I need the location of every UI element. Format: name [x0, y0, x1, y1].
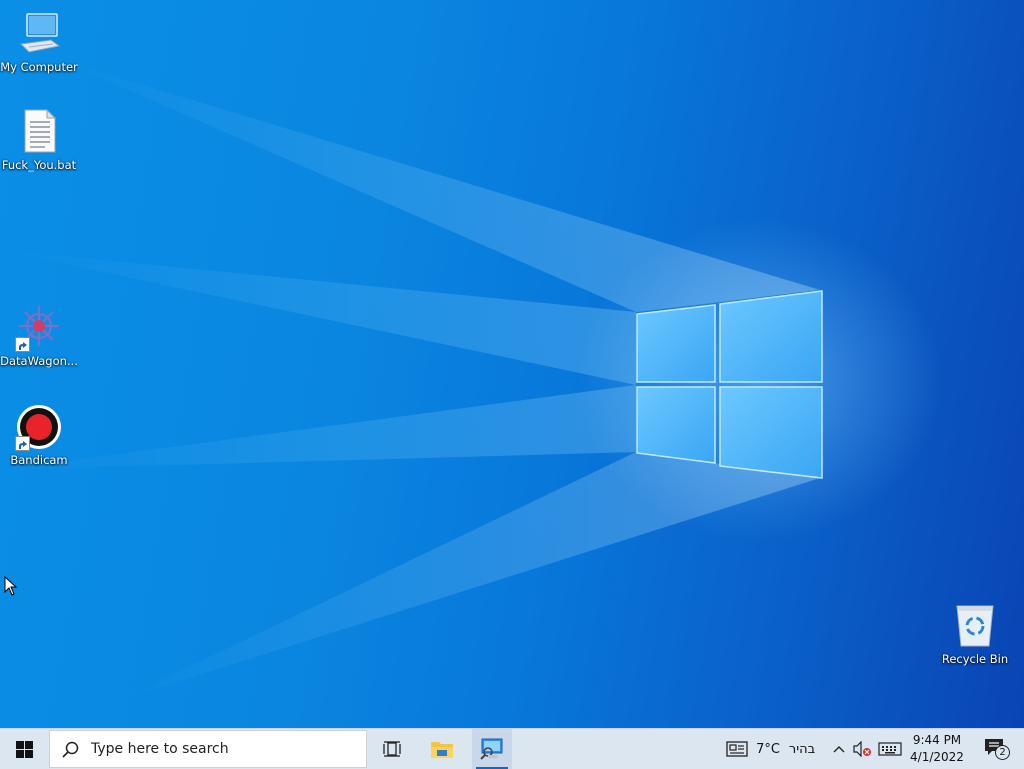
- clock-time: 9:44 PM: [912, 733, 962, 747]
- taskbar-clock[interactable]: 9:44 PM 4/1/2022: [906, 729, 968, 769]
- desktop-icon-label: DataWagon...: [0, 354, 78, 368]
- task-view-button[interactable]: [372, 729, 412, 769]
- start-button[interactable]: [0, 729, 48, 769]
- keyboard-icon: [878, 742, 902, 756]
- weather-condition[interactable]: בהיר: [784, 729, 820, 769]
- news-weather-icon: [726, 741, 748, 757]
- bandicam-record-icon: [15, 403, 63, 451]
- network-monitor-app-icon: [480, 738, 503, 760]
- volume-muted-icon: [853, 741, 871, 757]
- windows-logo-icon: [15, 740, 33, 758]
- desktop-icon-datawagon[interactable]: DataWagon...: [0, 304, 78, 368]
- recycle-bin-icon: [951, 602, 999, 650]
- file-explorer-icon: [431, 742, 453, 758]
- desktop[interactable]: My Computer Fuck_You.bat DataWagon... Ba…: [0, 0, 1024, 728]
- mouse-cursor-icon: [4, 576, 18, 596]
- computer-icon: [15, 10, 63, 58]
- news-weather-button[interactable]: [722, 729, 752, 769]
- weather-temperature[interactable]: 7°C: [752, 729, 784, 769]
- batch-file-icon: [15, 108, 63, 156]
- desktop-icon-bandicam[interactable]: Bandicam: [0, 403, 78, 467]
- desktop-icon-label: My Computer: [0, 60, 78, 74]
- datawagon-gear-icon: [15, 304, 63, 352]
- action-center-button[interactable]: 2: [976, 729, 1016, 769]
- desktop-icon-label: Recycle Bin: [941, 652, 1009, 666]
- desktop-icon-bat-file[interactable]: Fuck_You.bat: [0, 108, 78, 172]
- taskbar: Type here to search 7°C בהיר 9:44 PM 4/1…: [0, 728, 1024, 769]
- chevron-up-icon: [833, 746, 845, 753]
- search-placeholder: Type here to search: [91, 741, 229, 757]
- wallpaper-windows-logo: [636, 290, 823, 479]
- show-hidden-icons-button[interactable]: [830, 729, 848, 769]
- notification-count-badge: 2: [995, 745, 1010, 760]
- shortcut-arrow-icon: [15, 436, 30, 451]
- task-view-icon: [383, 741, 401, 757]
- volume-button[interactable]: [850, 729, 874, 769]
- desktop-icon-recycle-bin[interactable]: Recycle Bin: [936, 602, 1014, 666]
- wallpaper-light-beams: [0, 60, 820, 700]
- taskbar-file-explorer[interactable]: [422, 729, 462, 769]
- input-indicator-button[interactable]: [876, 729, 904, 769]
- shortcut-arrow-icon: [15, 337, 30, 352]
- desktop-icon-label: Fuck_You.bat: [1, 158, 77, 172]
- taskbar-search-box[interactable]: Type here to search: [49, 730, 367, 768]
- desktop-icon-my-computer[interactable]: My Computer: [0, 10, 78, 74]
- taskbar-network-monitor-app[interactable]: [472, 729, 512, 769]
- search-icon: [62, 741, 79, 758]
- clock-date: 4/1/2022: [910, 750, 964, 764]
- desktop-icon-label: Bandicam: [10, 453, 68, 467]
